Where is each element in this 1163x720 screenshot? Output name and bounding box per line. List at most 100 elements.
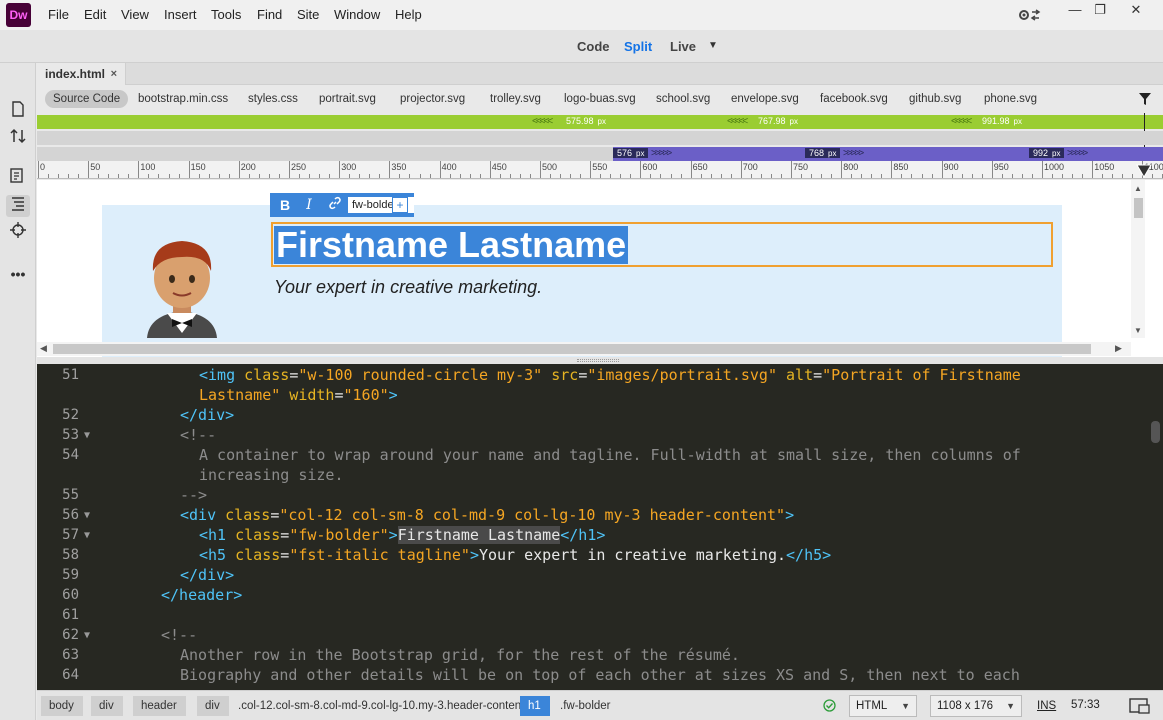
scroll-up-icon[interactable]: ▲ xyxy=(1134,184,1142,193)
related-file-source-code[interactable]: Source Code xyxy=(45,90,129,108)
related-file[interactable]: projector.svg xyxy=(400,93,465,105)
viewport-handle-icon[interactable] xyxy=(1136,164,1152,181)
preview-icon[interactable] xyxy=(1129,697,1151,718)
related-file[interactable]: bootstrap.min.css xyxy=(138,93,228,105)
tab-index-html[interactable]: index.html × xyxy=(36,63,126,85)
document-type-select[interactable]: HTML ▼ xyxy=(849,695,917,717)
menu-site[interactable]: Site xyxy=(297,7,319,22)
design-vertical-scrollbar[interactable]: ▲ ▼ xyxy=(1131,180,1145,338)
tagline[interactable]: Your expert in creative marketing. xyxy=(274,277,542,298)
menu-help[interactable]: Help xyxy=(395,7,422,22)
breadcrumb-tag[interactable]: div xyxy=(91,696,123,716)
ruler-tick xyxy=(690,161,692,178)
ruler-minor-tick xyxy=(248,174,250,178)
fold-toggle-icon[interactable]: ▼ xyxy=(84,430,90,441)
code-view-button[interactable]: Code xyxy=(577,39,610,54)
open-documents-icon[interactable] xyxy=(6,101,30,123)
split-divider[interactable] xyxy=(37,357,1163,364)
window-size-select[interactable]: 1108 x 176 ▼ xyxy=(930,695,1022,717)
menu-tools[interactable]: Tools xyxy=(211,7,241,22)
fold-toggle-icon[interactable]: ▼ xyxy=(84,510,90,521)
code-scroll-thumb[interactable] xyxy=(1151,421,1160,443)
related-file[interactable]: phone.svg xyxy=(984,93,1037,105)
menu-edit[interactable]: Edit xyxy=(84,7,106,22)
related-file[interactable]: portrait.svg xyxy=(319,93,376,105)
code-line[interactable]: <img class="w-100 rounded-circle my-3" s… xyxy=(199,366,1021,384)
code-line[interactable]: <!-- xyxy=(161,626,197,644)
menu-file[interactable]: File xyxy=(48,7,69,22)
media-query-label[interactable]: 768 px xyxy=(805,148,841,158)
code-line[interactable]: increasing size. xyxy=(199,466,344,484)
code-line[interactable]: <div class="col-12 col-sm-8 col-md-9 col… xyxy=(180,506,794,524)
related-file[interactable]: styles.css xyxy=(248,93,298,105)
code-line[interactable]: <h5 class="fst-italic tagline">Your expe… xyxy=(199,546,831,564)
page-heading[interactable]: Firstname Lastname xyxy=(274,226,629,264)
min-width-media-query-bar[interactable]: 576 px >>>>> 768 px >>>>> 992 px >>>>> xyxy=(37,147,1163,161)
related-file[interactable]: envelope.svg xyxy=(731,93,799,105)
media-query-label[interactable]: 575.98 px xyxy=(566,116,606,126)
code-line[interactable]: </div> xyxy=(180,566,234,584)
breadcrumb-tag[interactable]: body xyxy=(41,696,83,716)
scroll-down-icon[interactable]: ▼ xyxy=(1134,326,1142,335)
fold-toggle-icon[interactable]: ▼ xyxy=(84,530,90,541)
dom-panel-icon[interactable] xyxy=(6,195,30,217)
media-query-label[interactable]: 576 px xyxy=(613,148,649,158)
media-query-label[interactable]: 767.98 px xyxy=(758,116,798,126)
media-query-label[interactable]: 991.98 px xyxy=(982,116,1022,126)
filter-icon[interactable] xyxy=(1138,92,1152,109)
scroll-thumb[interactable] xyxy=(1134,198,1143,218)
link-icon[interactable] xyxy=(324,195,346,215)
design-horizontal-scrollbar[interactable]: ◀ ▶ xyxy=(37,342,1131,356)
portrait-image[interactable] xyxy=(127,223,237,341)
code-line[interactable]: </header> xyxy=(161,586,242,604)
italic-button[interactable]: I xyxy=(298,195,320,215)
split-view-button[interactable]: Split xyxy=(624,39,652,54)
related-file[interactable]: facebook.svg xyxy=(820,93,888,105)
live-view-button[interactable]: Live xyxy=(670,39,696,54)
bold-button[interactable]: B xyxy=(274,195,296,215)
live-code-icon[interactable] xyxy=(6,168,30,190)
breadcrumb-tag[interactable]: div xyxy=(197,696,229,716)
add-class-button[interactable]: + xyxy=(392,197,408,213)
code-line[interactable]: <!-- xyxy=(180,426,216,444)
related-file[interactable]: trolley.svg xyxy=(490,93,541,105)
more-icon[interactable]: ••• xyxy=(6,263,30,285)
file-management-icon[interactable] xyxy=(6,128,30,150)
code-line[interactable]: </div> xyxy=(180,406,234,424)
ruler-minor-tick xyxy=(148,174,150,178)
max-width-media-query-bar[interactable]: <<<<< 575.98 px <<<<< 767.98 px <<<<< 991.… xyxy=(37,113,1163,179)
chevron-down-icon[interactable]: ▼ xyxy=(708,40,718,51)
media-query-label[interactable]: 992 px xyxy=(1029,148,1065,158)
related-file[interactable]: logo-buas.svg xyxy=(564,93,636,105)
menu-window[interactable]: Window xyxy=(334,7,380,22)
scroll-thumb[interactable] xyxy=(53,344,1091,354)
breadcrumb-active-tag[interactable]: h1 xyxy=(520,696,550,716)
insert-mode[interactable]: INS xyxy=(1037,700,1056,712)
breadcrumb-active-class[interactable]: .fw-bolder xyxy=(560,696,611,716)
code-line[interactable]: Biography and other details will be on t… xyxy=(180,666,1020,684)
code-view[interactable]: 51 52 53 ▼ 54 55 56 ▼ 57 ▼ 58 59 60 61 62 ▼ 63 64 <img cl… xyxy=(37,364,1163,690)
check-circle-icon[interactable] xyxy=(823,699,836,715)
related-file[interactable]: github.svg xyxy=(909,93,961,105)
scroll-right-icon[interactable]: ▶ xyxy=(1115,343,1122,354)
breadcrumb-class[interactable]: .col-12.col-sm-8.col-md-9.col-lg-10.my-3… xyxy=(238,696,524,716)
menu-insert[interactable]: Insert xyxy=(164,7,197,22)
code-line[interactable]: Lastname" width="160"> xyxy=(199,386,398,404)
fold-toggle-icon[interactable]: ▼ xyxy=(84,630,90,641)
close-window-button[interactable]: ✕ xyxy=(1118,0,1154,20)
gear-sync-icon[interactable] xyxy=(1017,6,1041,24)
code-line[interactable]: --> xyxy=(180,486,207,504)
code-line[interactable]: <h1 class="fw-bolder">Firstname Lastname… xyxy=(199,526,605,544)
restore-button[interactable]: ❐ xyxy=(1082,0,1118,20)
scroll-left-icon[interactable]: ◀ xyxy=(40,343,47,354)
close-icon[interactable]: × xyxy=(111,63,117,85)
breadcrumb-tag[interactable]: header xyxy=(133,696,186,716)
code-line[interactable]: A container to wrap around your name and… xyxy=(199,446,1021,464)
code-line[interactable]: Another row in the Bootstrap grid, for t… xyxy=(180,646,740,664)
menu-find[interactable]: Find xyxy=(257,7,282,22)
related-file[interactable]: school.svg xyxy=(656,93,710,105)
code-tag: <h1 xyxy=(199,526,236,544)
inspect-icon[interactable] xyxy=(6,222,30,244)
menu-view[interactable]: View xyxy=(121,7,149,22)
live-design-view[interactable]: Firstname Lastname Your expert in creati… xyxy=(37,180,1163,357)
